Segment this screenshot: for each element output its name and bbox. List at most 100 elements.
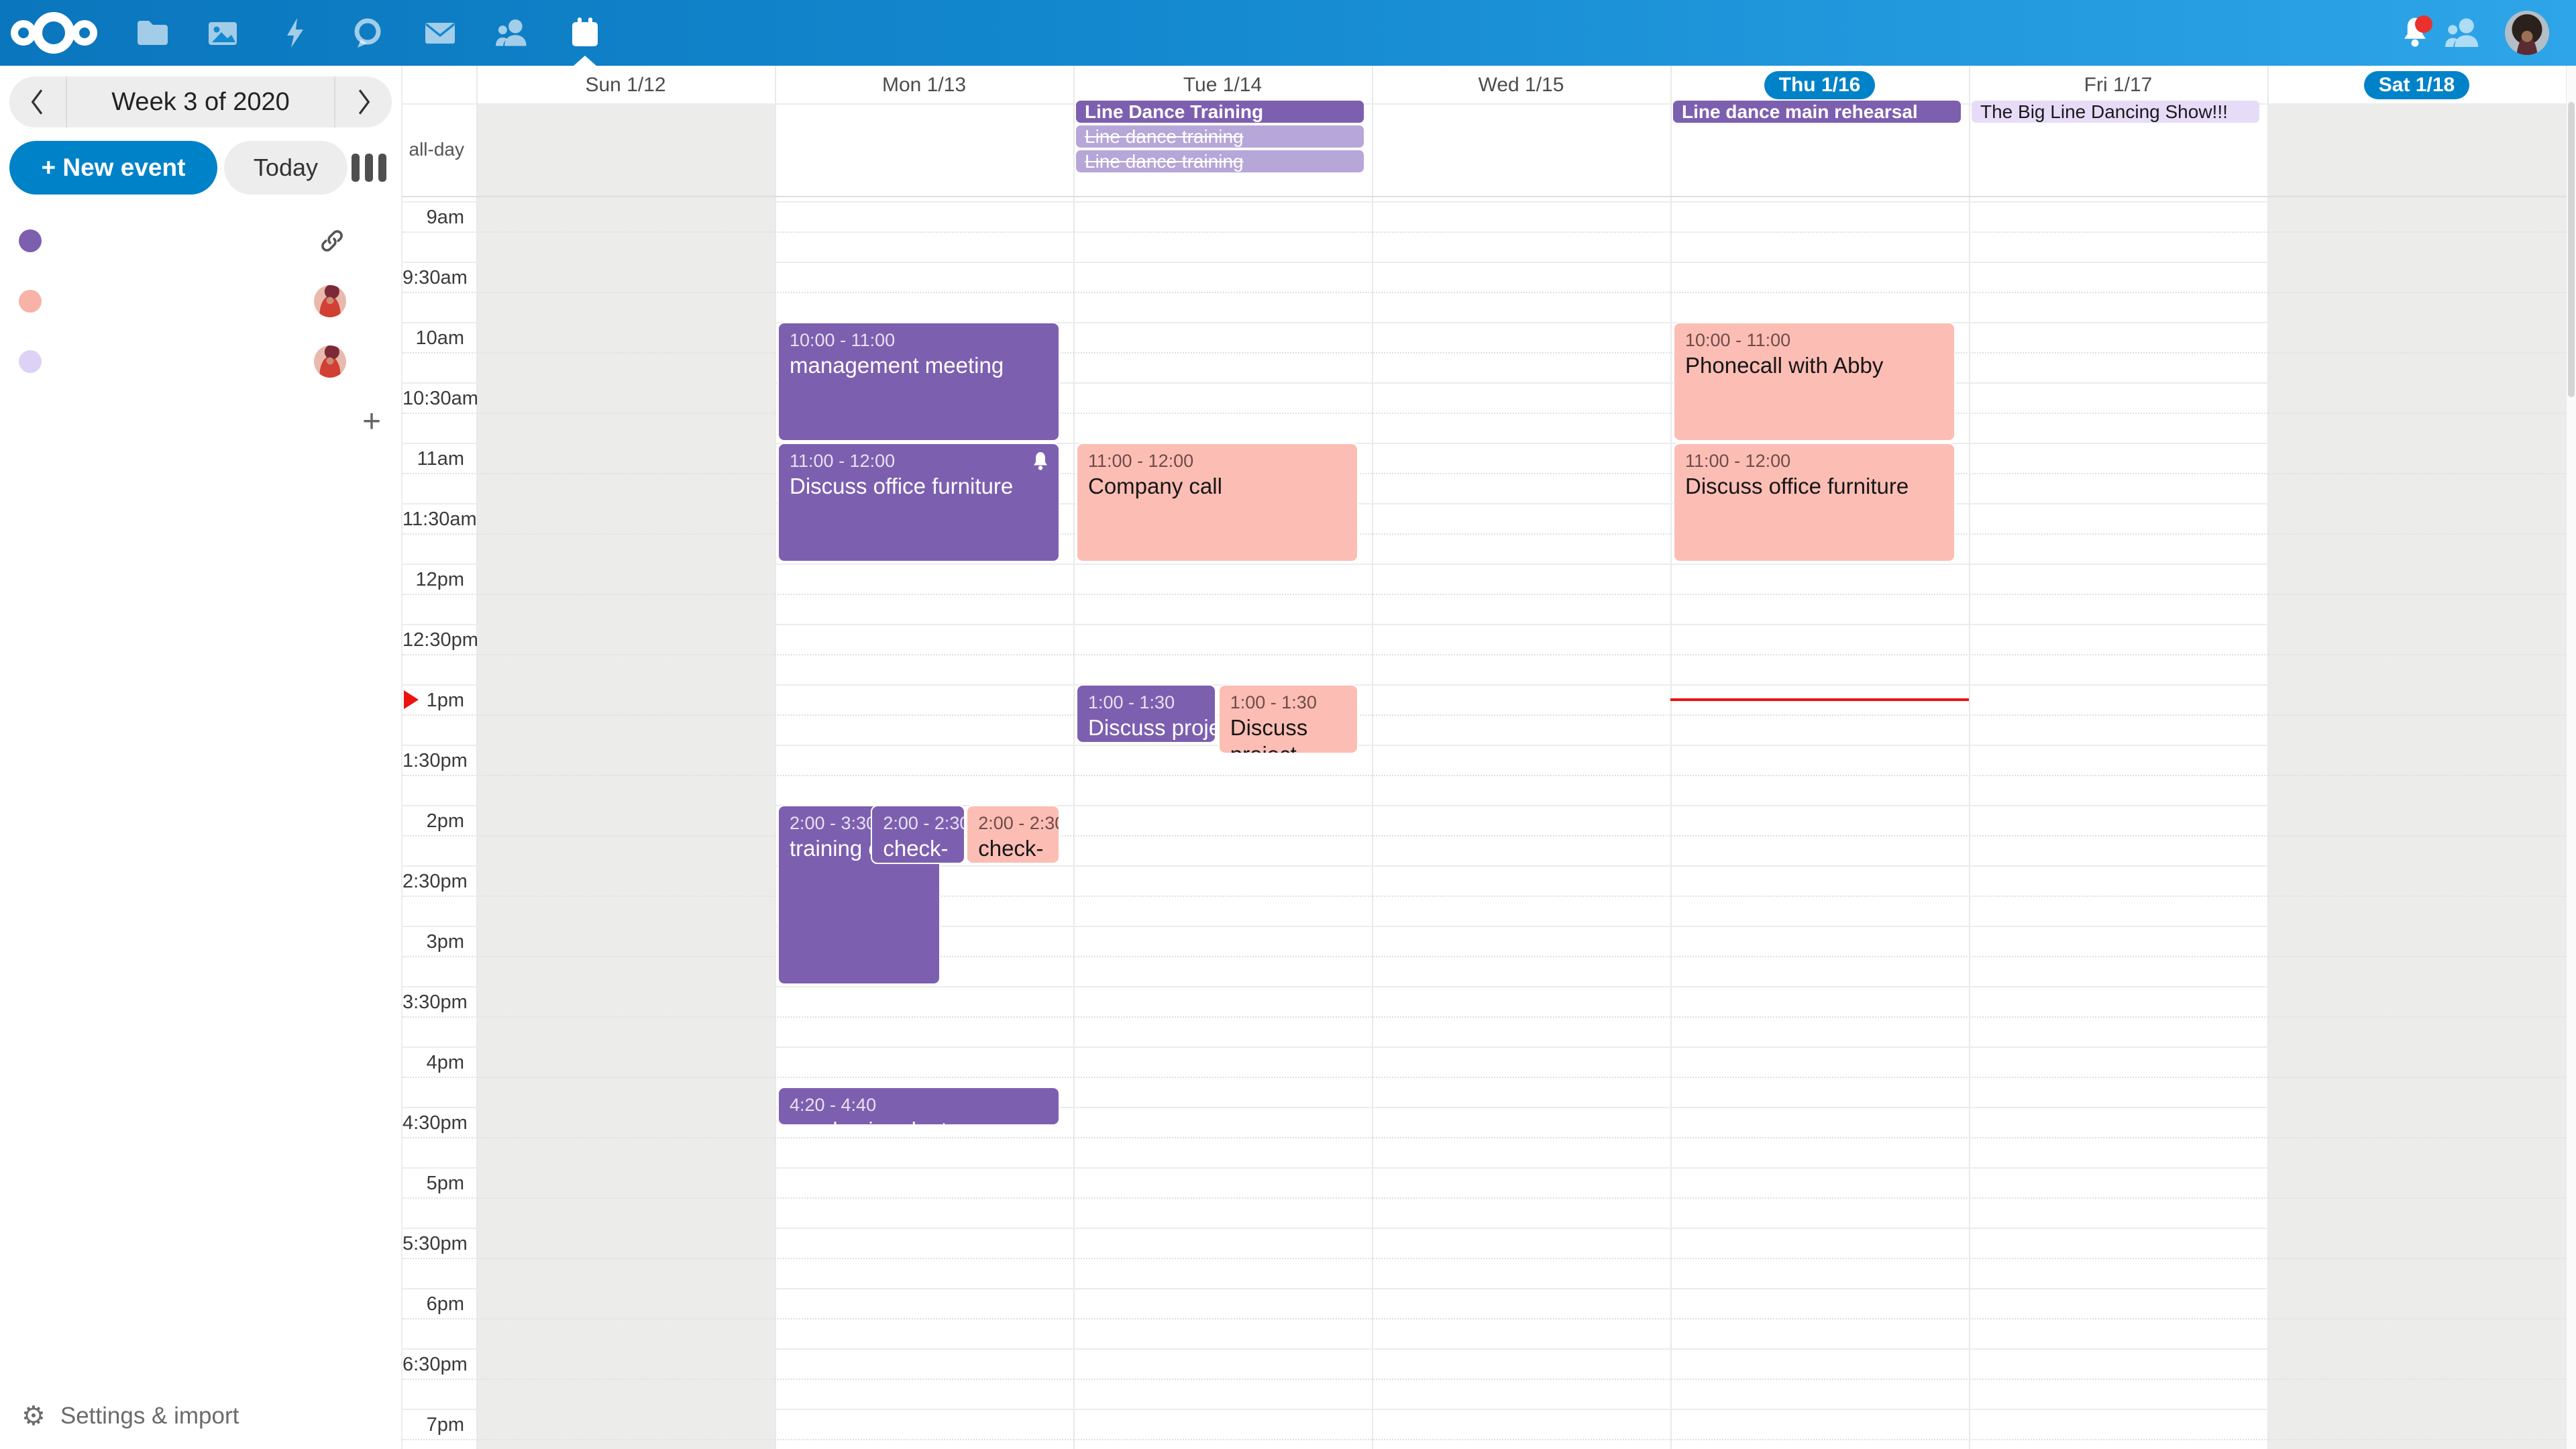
calendar-event[interactable]: 2:00 - 2:30check-in (871, 805, 965, 864)
day-header-label: Fri 1/17 (2084, 74, 2153, 97)
contacts-menu-icon[interactable] (2439, 9, 2487, 57)
column-grid-line (1670, 66, 1672, 1449)
calendar-list-item[interactable] (0, 271, 401, 331)
calendar-event[interactable]: 11:00 - 12:00Discuss office furniture (1673, 443, 1955, 562)
calendar-actions-menu-icon[interactable] (370, 355, 385, 368)
reminder-bell-icon (1030, 451, 1051, 472)
calendar-event[interactable]: 1:00 - 1:30Discuss project announcement (1218, 684, 1358, 754)
time-grid-line (402, 926, 2566, 927)
view-toggle-button[interactable] (347, 150, 390, 186)
event-title: Company call (1088, 473, 1352, 500)
user-avatar[interactable] (2505, 11, 2549, 55)
day-header-label: Sun 1/12 (585, 74, 665, 97)
app-files-icon[interactable] (114, 0, 186, 66)
time-label: 6pm (402, 1293, 464, 1316)
event-time: 11:00 - 12:00 (1685, 449, 1949, 472)
day-header-tue[interactable]: Tue 1/14 (1073, 66, 1372, 105)
calendar-event[interactable]: 11:00 - 12:00Discuss office furniture (777, 443, 1060, 562)
day-header-label: Wed 1/15 (1479, 74, 1564, 97)
all-day-event[interactable]: Line Dance Training (1076, 101, 1364, 123)
app-talk-icon[interactable] (331, 0, 404, 66)
previous-week-button[interactable] (9, 76, 67, 127)
day-header-mon[interactable]: Mon 1/13 (775, 66, 1073, 105)
app-contacts-icon[interactable] (476, 0, 549, 66)
all-day-event[interactable]: Line dance training (1076, 125, 1364, 148)
time-grid-line (402, 865, 2566, 867)
day-header-label: Mon 1/13 (882, 74, 966, 97)
time-label: 4pm (402, 1052, 464, 1074)
calendar-event[interactable]: 2:00 - 2:30check-in (966, 805, 1060, 864)
time-grid-line (402, 684, 2566, 686)
event-title: management meeting (790, 352, 1053, 379)
calendar-event[interactable]: 11:00 - 12:00Company call (1076, 443, 1358, 562)
time-label: 5pm (402, 1173, 464, 1195)
time-grid-dotted-line (402, 292, 2566, 293)
calendar-event[interactable]: 4:20 - 4:40purchasing dept conversation (777, 1087, 1060, 1126)
settings-import-button[interactable]: ⚙ Settings & import (21, 1401, 239, 1432)
day-header-sat[interactable]: Sat 1/18 (2267, 66, 2566, 105)
calendar-row-actions (314, 285, 385, 317)
time-grid-line (402, 503, 2566, 504)
today-button[interactable]: Today (224, 141, 347, 195)
calendar-owner-avatar (314, 285, 346, 317)
time-grid-line (402, 1046, 2566, 1048)
event-title: Phonecall with Abby (1685, 352, 1949, 379)
all-day-event[interactable]: Line dance training (1076, 150, 1364, 172)
new-event-button[interactable]: + New event (9, 141, 217, 195)
calendar-event[interactable]: 10:00 - 11:00management meeting (777, 322, 1060, 441)
event-title: Discuss office furniture (1685, 473, 1949, 500)
event-time: 4:20 - 4:40 (790, 1093, 1053, 1116)
all-day-event[interactable]: The Big Line Dancing Show!!! (1972, 101, 2259, 123)
scrollbar-thumb[interactable] (2568, 102, 2575, 397)
time-grid-line (402, 382, 2566, 384)
next-week-button[interactable] (334, 76, 392, 127)
week-range-label[interactable]: Week 3 of 2020 (67, 88, 334, 117)
current-time-arrow-icon (404, 690, 419, 709)
time-grid-dotted-line (402, 1379, 2566, 1380)
nextcloud-calendar-app: Week 3 of 2020 + New event Today + ⚙ Set… (0, 0, 2576, 1449)
top-right-menu (2391, 9, 2549, 57)
day-header-wed[interactable]: Wed 1/15 (1372, 66, 1670, 105)
day-header-fri[interactable]: Fri 1/17 (1969, 66, 2267, 105)
calendar-actions-menu-icon[interactable] (370, 294, 385, 308)
time-grid-line (402, 564, 2566, 565)
all-day-divider (402, 196, 2566, 197)
time-grid-dotted-line (402, 896, 2566, 897)
app-activity-icon[interactable] (259, 0, 331, 66)
day-header-sun[interactable]: Sun 1/12 (476, 66, 775, 105)
app-mail-icon[interactable] (404, 0, 476, 66)
calendar-event[interactable]: 1:00 - 1:30Discuss project announcement (1076, 684, 1216, 743)
time-label: 11:30am (402, 508, 464, 531)
calendar-list-item[interactable] (0, 331, 401, 392)
time-grid-line (402, 1348, 2566, 1350)
nextcloud-logo-icon[interactable] (0, 0, 114, 66)
share-link-icon[interactable] (318, 227, 346, 255)
notification-unread-dot (2415, 15, 2432, 33)
time-grid-dotted-line (402, 413, 2566, 414)
time-grid-dotted-line (402, 956, 2566, 957)
notifications-bell-icon[interactable] (2391, 9, 2439, 57)
time-grid-dotted-line (402, 1197, 2566, 1199)
time-grid-dotted-line (402, 473, 2566, 474)
app-calendar-icon[interactable] (549, 0, 621, 66)
time-label: 5:30pm (402, 1233, 464, 1255)
time-label: 3:30pm (402, 991, 464, 1014)
time-grid-dotted-line (402, 775, 2566, 776)
calendar-list-item[interactable] (0, 211, 401, 271)
day-header-thu[interactable]: Thu 1/16 (1670, 66, 1969, 105)
chevron-right-icon (354, 87, 374, 117)
time-grid-line (402, 1288, 2566, 1289)
today-day-pill: Thu 1/16 (1764, 71, 1876, 99)
time-grid-line (402, 1167, 2566, 1169)
new-calendar-button[interactable]: + (0, 392, 401, 452)
event-time: 2:00 - 2:30 (978, 812, 1053, 835)
all-day-event[interactable]: Line dance main rehearsal (1673, 101, 1961, 123)
calendar-actions-menu-icon[interactable] (370, 234, 385, 248)
calendar-event[interactable]: 10:00 - 11:00Phonecall with Abby (1673, 322, 1955, 441)
calendar-list: + (0, 211, 401, 452)
time-grid-line (402, 262, 2566, 263)
time-grid-line (402, 805, 2566, 806)
app-photos-icon[interactable] (186, 0, 259, 66)
event-time: 1:00 - 1:30 (1088, 691, 1210, 714)
view-bar (365, 154, 373, 182)
